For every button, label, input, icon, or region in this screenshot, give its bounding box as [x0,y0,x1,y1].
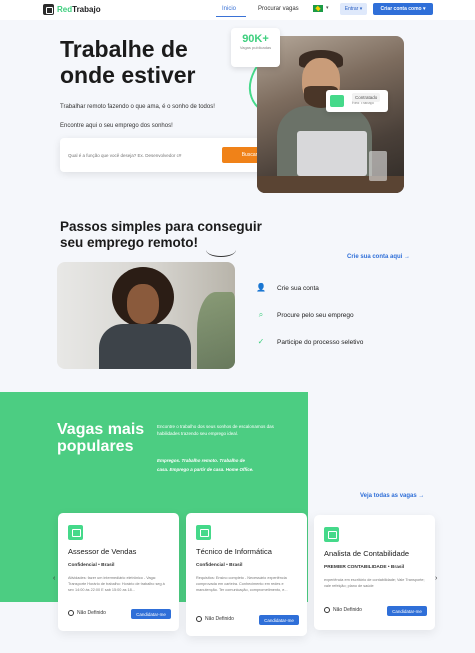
user-check-icon: 👤 [256,283,266,292]
stats-number: 90K+ [242,33,269,45]
hero-subtitle: Trabalhar remoto fazendo o que ama, é o … [60,104,215,110]
step-label: Participe do processo seletivo [277,338,364,346]
active-tab-indicator [216,16,246,17]
vagas-description: Encontre o trabalho dos seus sonhos de e… [157,424,274,436]
briefcase-icon [68,525,83,540]
search-icon: ⌕ [258,310,264,319]
stats-label: Vagas publicadas [239,45,272,50]
job-location: Não Definido [68,610,106,616]
carousel-next-icon[interactable]: › [435,575,437,582]
designer-avatar-icon [330,95,344,107]
candidatar-button[interactable]: Candidatar-me [387,606,427,616]
ver-todas-vagas-link[interactable]: Veja todas as vagas → [360,493,424,499]
location-pin-icon [196,616,202,622]
location-pin-icon [68,610,74,616]
logo-icon [43,4,54,15]
job-title: Assessor de Vendas [68,547,137,556]
brand-name: RedTrabajo [57,5,101,14]
candidatar-button[interactable]: Candidatar-me [131,609,171,619]
brazil-flag-icon[interactable] [313,5,323,12]
job-location: Não Definido [324,607,362,613]
candidatar-button[interactable]: Candidatar-me [259,615,299,625]
check-circle-icon: ✓ [257,337,265,346]
nav-link-procurar-vagas[interactable]: Procurar vagas [258,6,299,12]
briefcase-icon [196,525,211,540]
hero-subtitle-2: Encontre aqui o seu emprego dos sonhos! [60,123,173,129]
steps-title: Passos simples para conseguir seu empreg… [60,219,262,250]
job-company: Confidencial • Brasil [68,563,115,568]
step-label: Crie sua conta [277,284,319,292]
step-label: Procure pelo seu emprego [277,311,354,319]
curved-arrow-icon [206,243,236,257]
vagas-title: Vagas mais populares [57,421,145,455]
job-company: Confidencial • Brasil [196,563,243,568]
contratado-badge: Contratado [352,93,381,102]
steps-photo [57,262,235,369]
search-input[interactable] [68,149,218,161]
stats-badge: 90K+ Vagas publicadas [231,28,280,67]
location-pin-icon [324,607,330,613]
step-item: 👤 Crie sua conta [256,283,319,293]
carousel-prev-icon[interactable]: ‹ [53,575,55,582]
job-description: Atividades: fazer um intermediário eletr… [68,576,165,592]
crie-conta-link[interactable]: Crie sua conta aqui → [347,254,410,260]
job-card[interactable]: Técnico de Informática Confidencial • Br… [186,513,307,636]
brand-logo[interactable]: RedTrabajo [43,4,101,15]
laptop-icon [297,131,367,176]
job-title: Analista de Contabilidade [324,549,410,558]
hero-title: Trabalhe de onde estiver [60,36,196,88]
job-card[interactable]: Analista de Contabilidade PREMIER CONTAB… [314,515,435,630]
chevron-down-icon[interactable]: ▾ [326,5,329,11]
entrar-button[interactable]: Entrar ▾ [340,3,367,15]
criar-conta-button[interactable]: Criar conta como ▾ [373,3,433,15]
briefcase-icon [324,527,339,542]
search-card: Buscar [60,138,286,172]
top-navbar: RedTrabajo Inicio Procurar vagas ▾ Entra… [0,0,475,20]
job-description: experiência em escritório de contabilida… [324,578,425,588]
step-item: ⌕ Procure pelo seu emprego [256,310,354,320]
job-title: Técnico de Informática [196,547,272,556]
job-description: Requisitos: Ensino completo - Necessário… [196,576,288,592]
job-company: PREMIER CONTABILIDADE • Brasil [324,565,405,570]
vagas-keywords: Empregos. Trabalho remoto. Trabalho de c… [157,458,254,472]
job-location: Não Definido [196,616,234,622]
nav-link-inicio[interactable]: Inicio [222,6,236,12]
step-item: ✓ Participe do processo seletivo [256,337,364,347]
job-card[interactable]: Assessor de Vendas Confidencial • Brasil… [58,513,179,631]
